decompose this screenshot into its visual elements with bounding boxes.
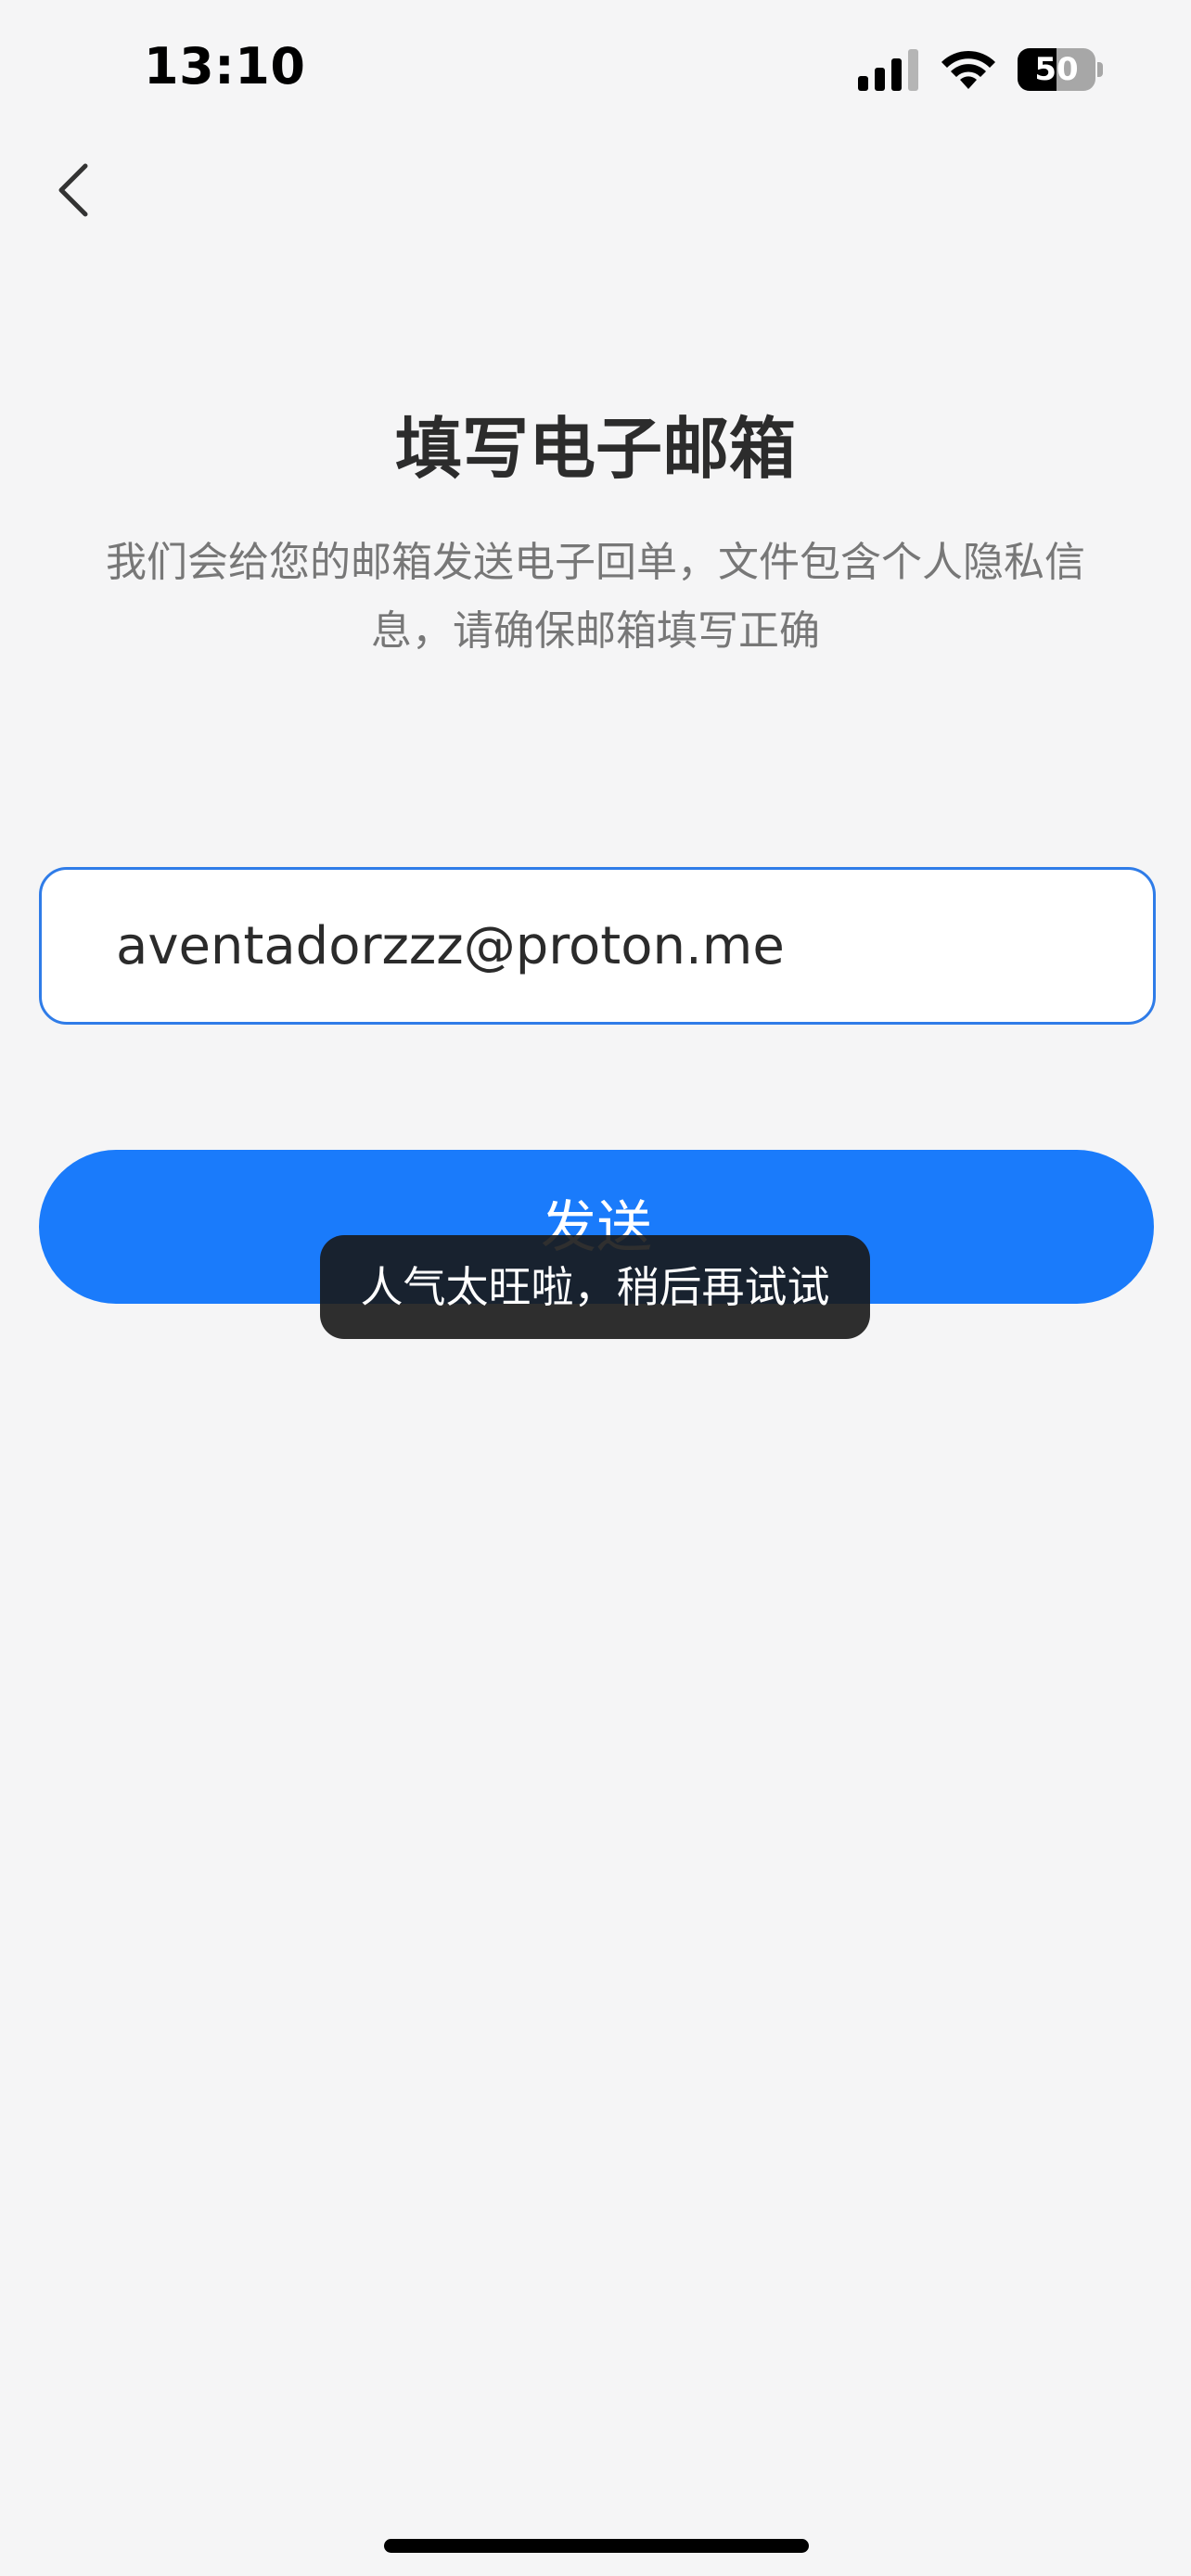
page-description: 我们会给您的邮箱发送电子回单，文件包含个人隐私信息，请确保邮箱填写正确 bbox=[106, 539, 1085, 655]
cellular-signal-icon bbox=[858, 49, 918, 91]
wifi-icon bbox=[941, 50, 995, 89]
email-input[interactable] bbox=[116, 870, 1118, 1022]
chevron-left-icon bbox=[58, 163, 88, 217]
home-indicator[interactable] bbox=[384, 2539, 809, 2553]
toast-message: 人气太旺啦，稍后再试试 bbox=[320, 1235, 870, 1339]
email-field[interactable] bbox=[39, 867, 1156, 1025]
page-title: 填写电子邮箱 bbox=[394, 410, 796, 488]
battery-level: 50 bbox=[1034, 51, 1079, 88]
status-time: 13:10 bbox=[144, 37, 306, 96]
status-bar: 13:10 50 bbox=[0, 0, 1191, 139]
back-button[interactable] bbox=[37, 148, 111, 232]
battery-icon: 50 bbox=[1018, 48, 1103, 91]
status-icons: 50 bbox=[858, 48, 1103, 91]
